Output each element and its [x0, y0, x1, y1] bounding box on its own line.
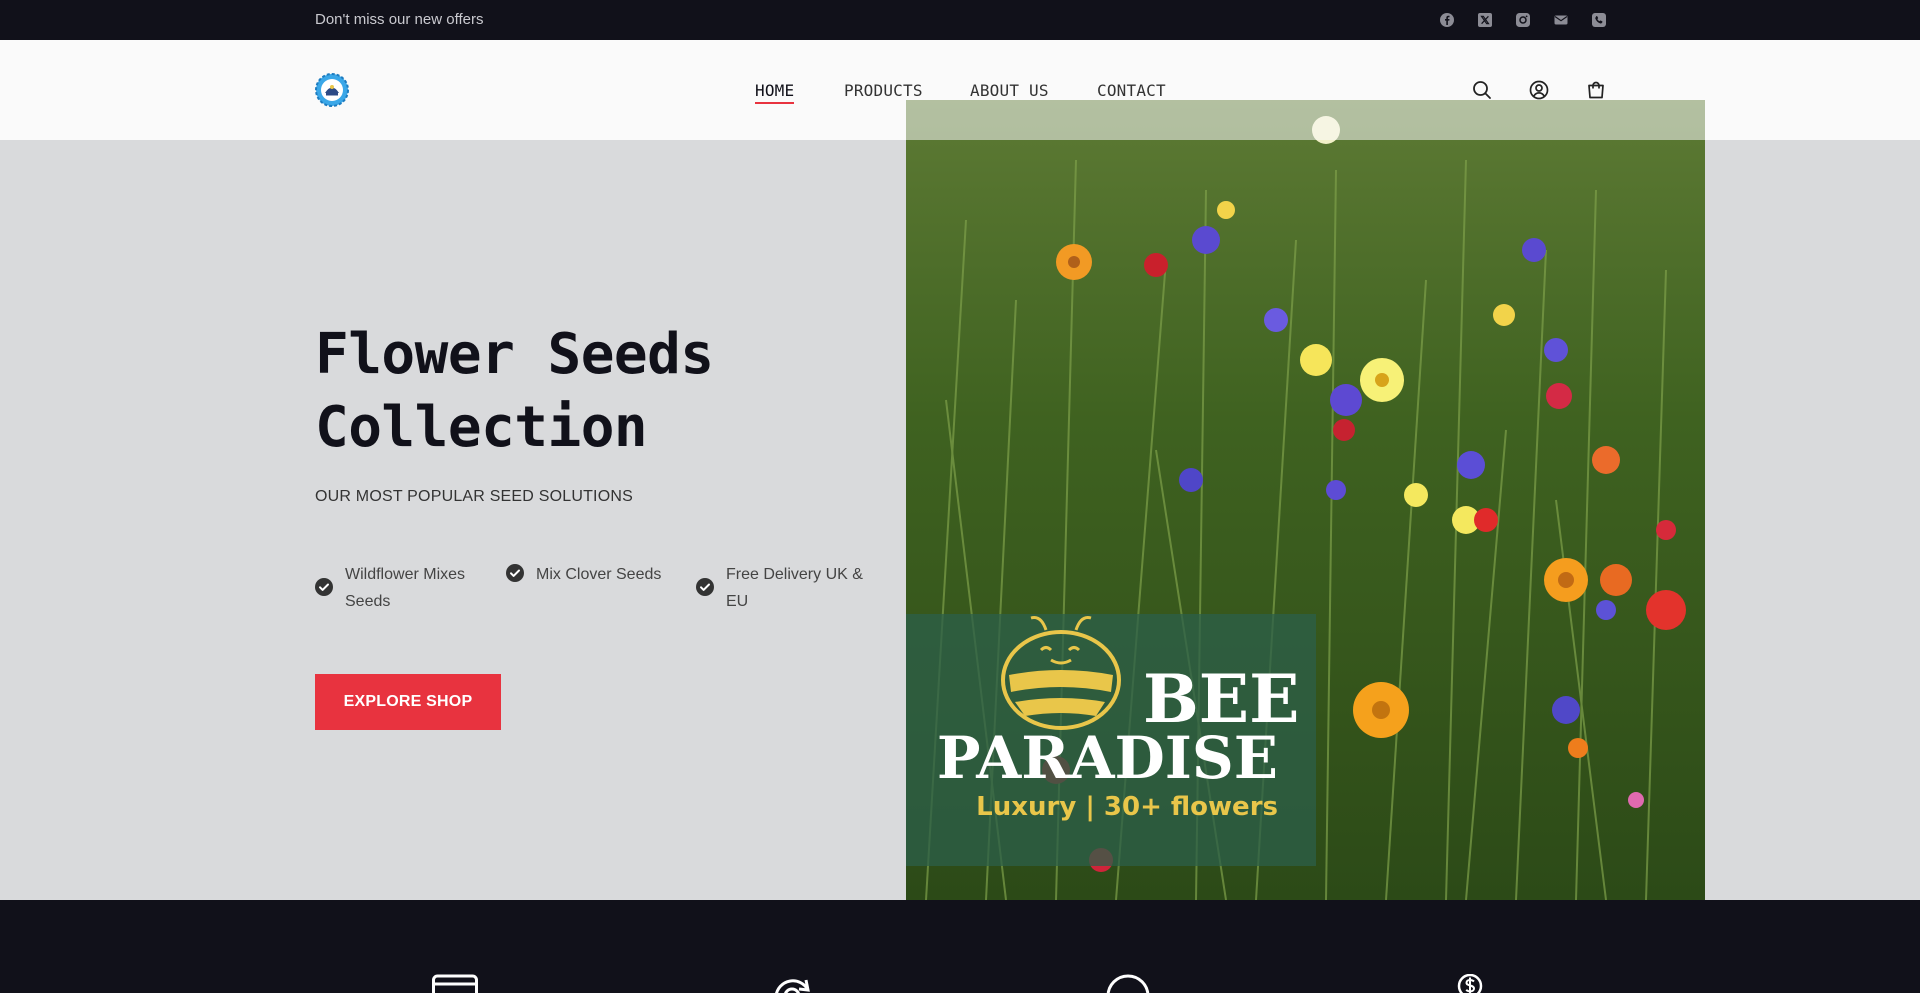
explore-shop-button[interactable]: EXPLORE SHOP [315, 674, 501, 730]
phone-icon[interactable] [1591, 12, 1607, 28]
nav-about-us[interactable]: ABOUT US [970, 81, 1049, 100]
feature-text: Wildflower Mixes Seeds [345, 561, 465, 615]
dollar-icon [1447, 974, 1493, 993]
x-icon[interactable] [1477, 12, 1493, 28]
feature-text-line2: EU [726, 593, 749, 610]
announcement-text: Don't miss our new offers [315, 11, 484, 28]
hero-image-brand-line2: PARADISE [936, 724, 1278, 792]
hero-title-line2: Collection [315, 395, 648, 460]
top-bar: Don't miss our new offers [0, 0, 1920, 40]
account-icon[interactable] [1528, 79, 1550, 101]
features-band [0, 900, 1920, 993]
mail-icon[interactable] [1553, 12, 1569, 28]
nav-home[interactable]: HOME [755, 81, 794, 100]
feature-text-line2: Seeds [345, 593, 391, 610]
hero-title: Flower Seeds Collection [315, 318, 875, 464]
logo-icon[interactable] [315, 73, 349, 107]
instagram-icon[interactable] [1515, 12, 1531, 28]
feature-free-delivery: Free Delivery UK & EU [696, 561, 863, 615]
check-circle-icon [315, 578, 333, 596]
feature-text-line1: Wildflower Mixes [345, 566, 466, 583]
hero-subtitle: OUR MOST POPULAR SEED SOLUTIONS [315, 488, 633, 505]
hero-image-header-overlap [906, 100, 1705, 140]
nav-products[interactable]: PRODUCTS [844, 81, 923, 100]
hero-image-tagline: Luxury | 30+ flowers [976, 792, 1278, 822]
search-icon[interactable] [1471, 79, 1493, 101]
refresh-icon [769, 974, 815, 993]
feature-wildflower-mixes: Wildflower Mixes Seeds [315, 561, 465, 615]
feature-text: Free Delivery UK & EU [726, 561, 863, 615]
nav-contact[interactable]: CONTACT [1097, 81, 1166, 100]
nav-active-indicator [755, 102, 794, 104]
cart-icon[interactable] [1585, 79, 1607, 101]
check-circle-icon [506, 564, 524, 582]
facebook-icon[interactable] [1439, 12, 1455, 28]
feature-text: Mix Clover Seeds [536, 566, 662, 583]
feature-mix-clover-seeds: Mix Clover Seeds [506, 561, 661, 588]
hero-title-line1: Flower Seeds [315, 322, 714, 387]
card-icon [432, 974, 478, 993]
check-circle-icon [696, 578, 714, 596]
feature-text-line1: Free Delivery UK & [726, 566, 863, 583]
chat-icon [1105, 974, 1151, 993]
